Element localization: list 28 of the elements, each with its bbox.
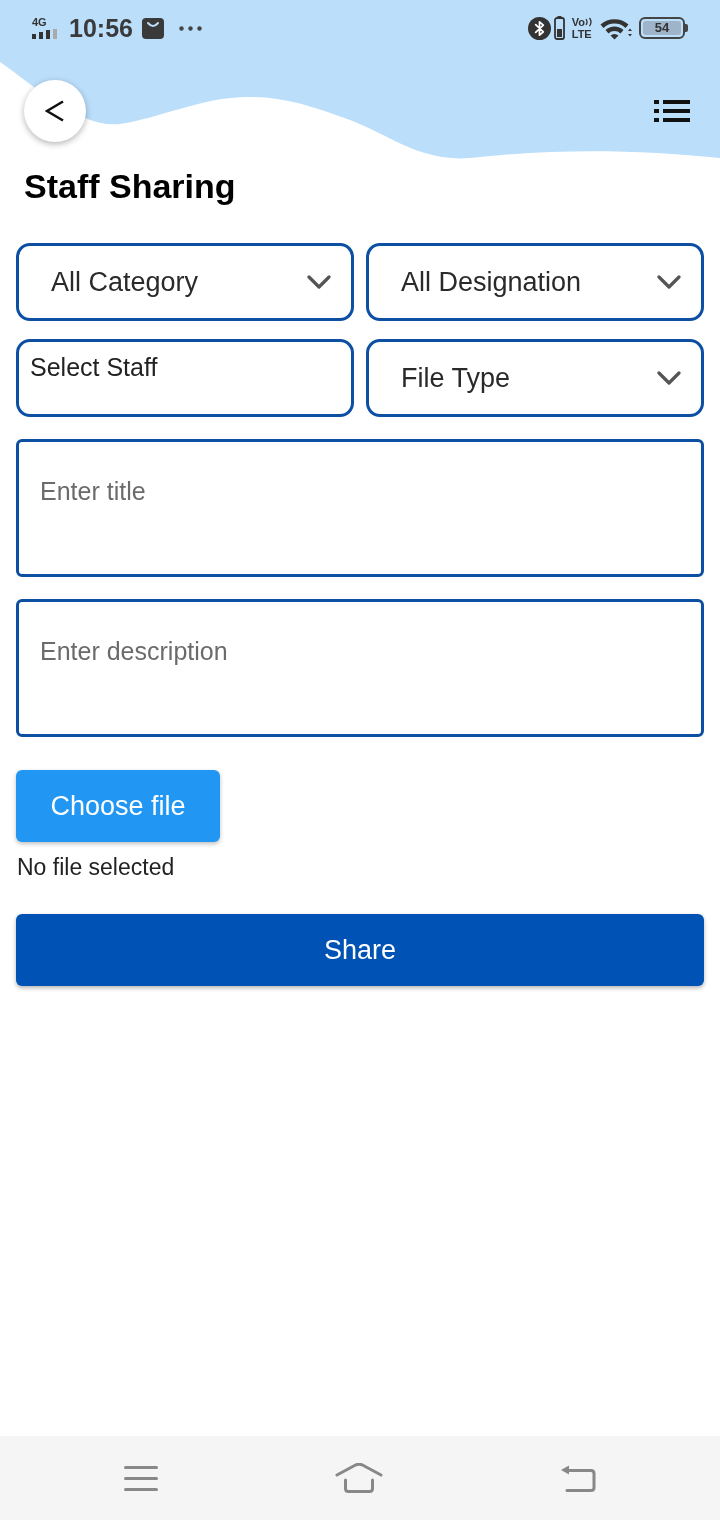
staff-select-field[interactable]: Select Staff — [16, 339, 354, 417]
volte-label: Vo — [571, 16, 585, 28]
back-button[interactable] — [24, 80, 86, 142]
device-battery-icon — [553, 16, 565, 40]
bluetooth-icon — [527, 16, 551, 40]
lte-label: LTE — [571, 28, 592, 40]
description-field[interactable]: Enter description — [16, 599, 704, 737]
wifi-icon — [599, 16, 633, 40]
back-icon[interactable] — [560, 1464, 596, 1492]
file-status-text: No file selected — [17, 853, 175, 881]
signal-bars-icon — [32, 29, 59, 39]
network-type-label: 4G — [32, 17, 47, 28]
more-dots-icon — [178, 25, 202, 31]
dropdown[interactable]: All Designation — [366, 243, 704, 321]
dropdown[interactable]: File Type — [366, 339, 704, 417]
chevron-left-icon — [45, 100, 65, 122]
signal-waves-icon — [585, 17, 593, 27]
chevron-down-icon — [657, 371, 681, 385]
chevron-down-icon — [657, 275, 681, 289]
dropdown[interactable]: All Category — [16, 243, 354, 321]
chevron-down-icon — [307, 275, 331, 289]
menu-icon[interactable] — [654, 100, 690, 122]
status-time: 10:56 — [69, 13, 133, 43]
home-icon[interactable] — [335, 1463, 383, 1493]
title-field[interactable]: Enter title — [16, 439, 704, 577]
share-button[interactable]: Share — [16, 914, 704, 986]
page-title: Staff Sharing — [24, 166, 236, 206]
battery-percent: 54 — [654, 21, 670, 35]
